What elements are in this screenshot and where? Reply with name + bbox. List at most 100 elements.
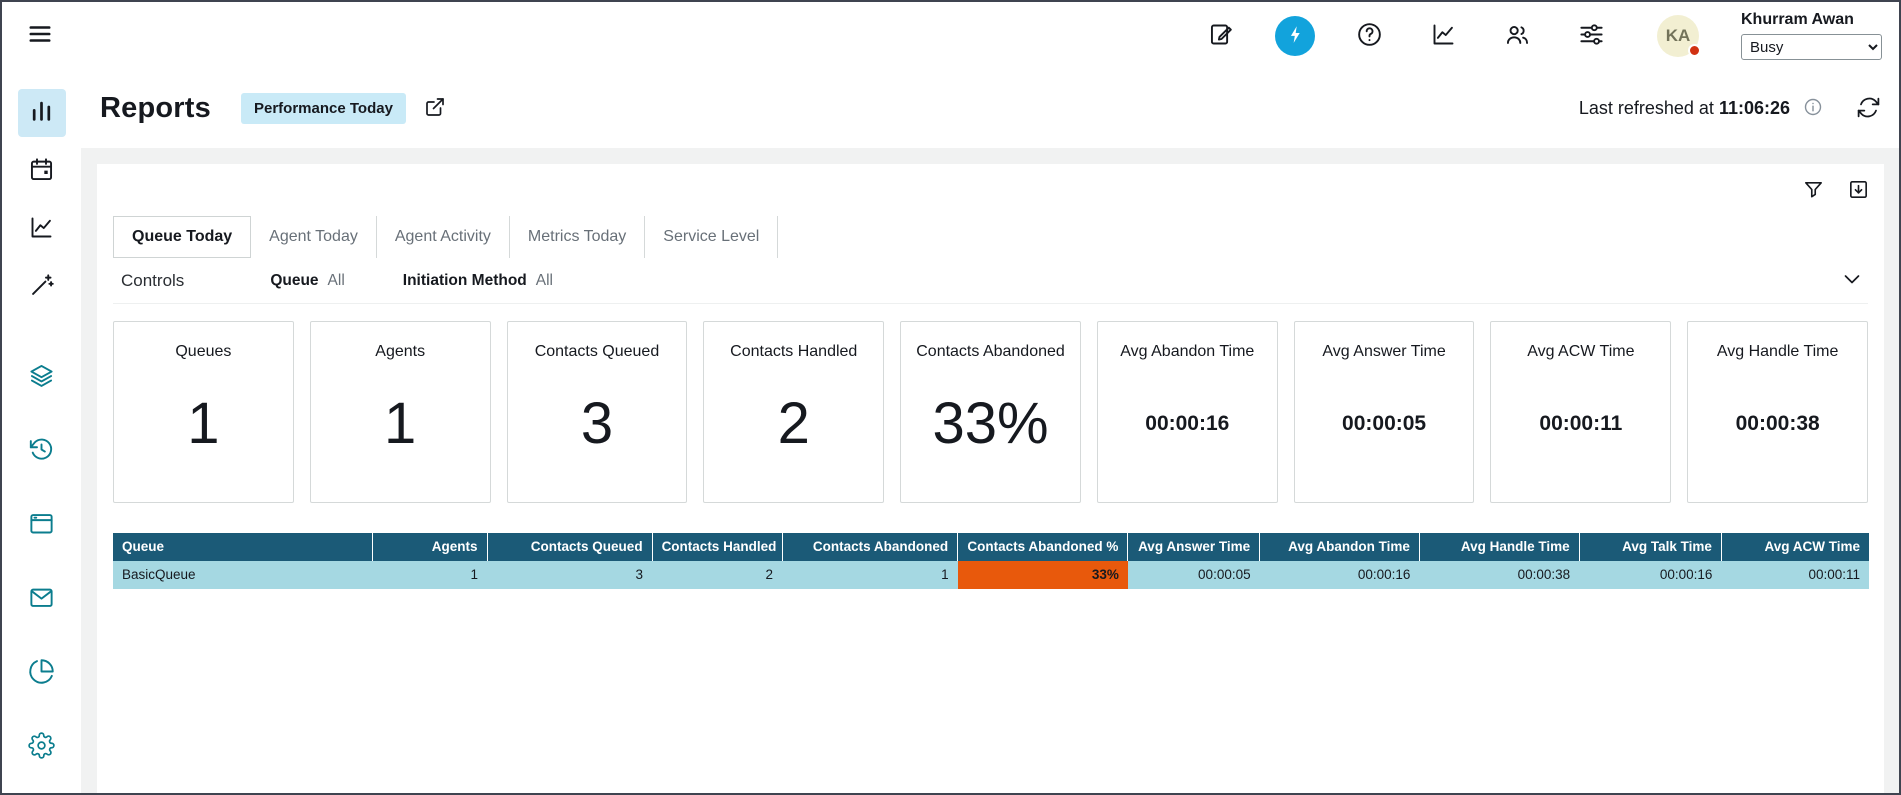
metrics-button[interactable]: [1423, 16, 1463, 56]
table-row: BasicQueue 1 3 2 1 33% 00:00:05 00:00:16…: [113, 561, 1869, 589]
card-avg-answer-time: Avg Answer Time 00:00:05: [1294, 321, 1475, 503]
queue-metrics-table: Queue Agents Contacts Queued Contacts Ha…: [113, 533, 1869, 589]
line-chart-icon: [28, 214, 55, 244]
settings-sliders-button[interactable]: [1571, 16, 1611, 56]
external-link-icon: [423, 95, 447, 122]
filter-initiation-method-label: Initiation Method: [403, 272, 527, 290]
card-avg-handle-time: Avg Handle Time 00:00:38: [1687, 321, 1868, 503]
col-contacts-abandoned: Contacts Abandoned: [782, 533, 958, 561]
sidebar: [2, 69, 81, 793]
help-button[interactable]: [1349, 16, 1389, 56]
controls-title: Controls: [121, 271, 184, 291]
app-window: KA Khurram Awan Busy: [0, 0, 1901, 795]
filter-button[interactable]: [1802, 178, 1825, 204]
status-dot: [1688, 44, 1701, 57]
card-value: 00:00:05: [1342, 412, 1426, 436]
refresh-info-button[interactable]: [1803, 97, 1823, 120]
page-title: Reports: [100, 92, 211, 125]
sidebar-item-queues[interactable]: [18, 353, 66, 401]
report-tabs: Queue Today Agent Today Agent Activity M…: [113, 216, 1868, 258]
report-panel: Queue Today Agent Today Agent Activity M…: [97, 164, 1884, 793]
refresh-area: Last refreshed at 11:06:26: [1579, 95, 1881, 123]
topbar: KA Khurram Awan Busy: [2, 2, 1899, 69]
filter-initiation-method-value[interactable]: All: [536, 272, 553, 290]
card-label: Avg Answer Time: [1322, 343, 1445, 361]
refresh-button[interactable]: [1856, 95, 1881, 123]
calendar-icon: [28, 156, 55, 186]
card-value: 33%: [932, 390, 1048, 457]
card-label: Agents: [375, 343, 425, 361]
card-label: Avg Abandon Time: [1120, 343, 1254, 361]
status-select[interactable]: Busy: [1741, 34, 1882, 60]
sidebar-item-analytics[interactable]: [18, 649, 66, 697]
cell-agents: 1: [373, 561, 487, 589]
note-compose-icon: [1208, 21, 1235, 51]
sidebar-item-metrics[interactable]: [18, 205, 66, 253]
tab-agent-today[interactable]: Agent Today: [251, 216, 377, 258]
col-contacts-handled: Contacts Handled: [652, 533, 782, 561]
browser-window-icon: [28, 510, 55, 540]
sidebar-item-workspace[interactable]: [18, 501, 66, 549]
card-value: 3: [581, 390, 613, 457]
card-value: 00:00:38: [1736, 412, 1820, 436]
cell-avg-abandon-time: 00:00:16: [1260, 561, 1420, 589]
controls-bar: Controls Queue All Initiation Method All: [113, 258, 1868, 304]
card-label: Contacts Queued: [535, 343, 660, 361]
col-contacts-abandoned-pct: Contacts Abandoned %: [958, 533, 1128, 561]
card-queues: Queues 1: [113, 321, 294, 503]
card-contacts-queued: Contacts Queued 3: [507, 321, 688, 503]
menu-button[interactable]: [22, 18, 58, 54]
menu-icon: [27, 21, 53, 50]
open-in-new-window-button[interactable]: [423, 95, 447, 122]
card-label: Queues: [175, 343, 231, 361]
cell-queue: BasicQueue: [113, 561, 373, 589]
gear-icon: [28, 732, 55, 762]
cell-avg-talk-time: 00:00:16: [1579, 561, 1721, 589]
pie-chart-icon: [28, 658, 55, 688]
notes-button[interactable]: [1201, 16, 1241, 56]
cell-avg-answer-time: 00:00:05: [1128, 561, 1260, 589]
sidebar-item-reports[interactable]: [18, 89, 66, 137]
cell-avg-acw-time: 00:00:11: [1721, 561, 1869, 589]
card-value: 2: [778, 390, 810, 457]
filter-initiation-method: Initiation Method All: [403, 272, 553, 290]
sidebar-item-email[interactable]: [18, 575, 66, 623]
users-icon: [1504, 21, 1531, 51]
col-avg-handle-time: Avg Handle Time: [1419, 533, 1579, 561]
sidebar-item-tools[interactable]: [18, 263, 66, 311]
controls-collapse-button[interactable]: [1840, 267, 1864, 294]
tab-service-level[interactable]: Service Level: [645, 216, 778, 258]
download-button[interactable]: [1847, 178, 1870, 204]
cell-contacts-abandoned: 1: [782, 561, 958, 589]
avatar[interactable]: KA: [1657, 15, 1699, 57]
card-agents: Agents 1: [310, 321, 491, 503]
col-avg-abandon-time: Avg Abandon Time: [1260, 533, 1420, 561]
col-queue: Queue: [113, 533, 373, 561]
card-label: Avg ACW Time: [1527, 343, 1634, 361]
filter-queue-value[interactable]: All: [328, 272, 345, 290]
user-block: Khurram Awan Busy: [1741, 11, 1882, 60]
col-avg-answer-time: Avg Answer Time: [1128, 533, 1260, 561]
cell-contacts-queued: 3: [487, 561, 652, 589]
page-header: Reports Performance Today Last refreshed…: [81, 69, 1899, 148]
sidebar-item-settings[interactable]: [18, 723, 66, 771]
sidebar-item-history[interactable]: [18, 427, 66, 475]
cell-avg-handle-time: 00:00:38: [1419, 561, 1579, 589]
last-refreshed-text: Last refreshed at 11:06:26: [1579, 98, 1790, 119]
tab-queue-today[interactable]: Queue Today: [113, 216, 251, 258]
table-header-row: Queue Agents Contacts Queued Contacts Ha…: [113, 533, 1869, 561]
sidebar-item-calendar[interactable]: [18, 147, 66, 195]
card-value: 00:00:16: [1145, 412, 1229, 436]
col-avg-acw-time: Avg ACW Time: [1721, 533, 1869, 561]
tab-agent-activity[interactable]: Agent Activity: [377, 216, 510, 258]
sidebar-group-bottom: [18, 353, 66, 771]
realtime-button[interactable]: [1275, 16, 1315, 56]
col-avg-talk-time: Avg Talk Time: [1579, 533, 1721, 561]
card-value: 00:00:11: [1539, 412, 1622, 436]
content-area: Reports Performance Today Last refreshed…: [81, 69, 1899, 793]
cell-contacts-abandoned-pct: 33%: [958, 561, 1128, 589]
card-value: 1: [384, 390, 416, 457]
filter-queue-label: Queue: [270, 272, 318, 290]
users-button[interactable]: [1497, 16, 1537, 56]
tab-metrics-today[interactable]: Metrics Today: [510, 216, 645, 258]
